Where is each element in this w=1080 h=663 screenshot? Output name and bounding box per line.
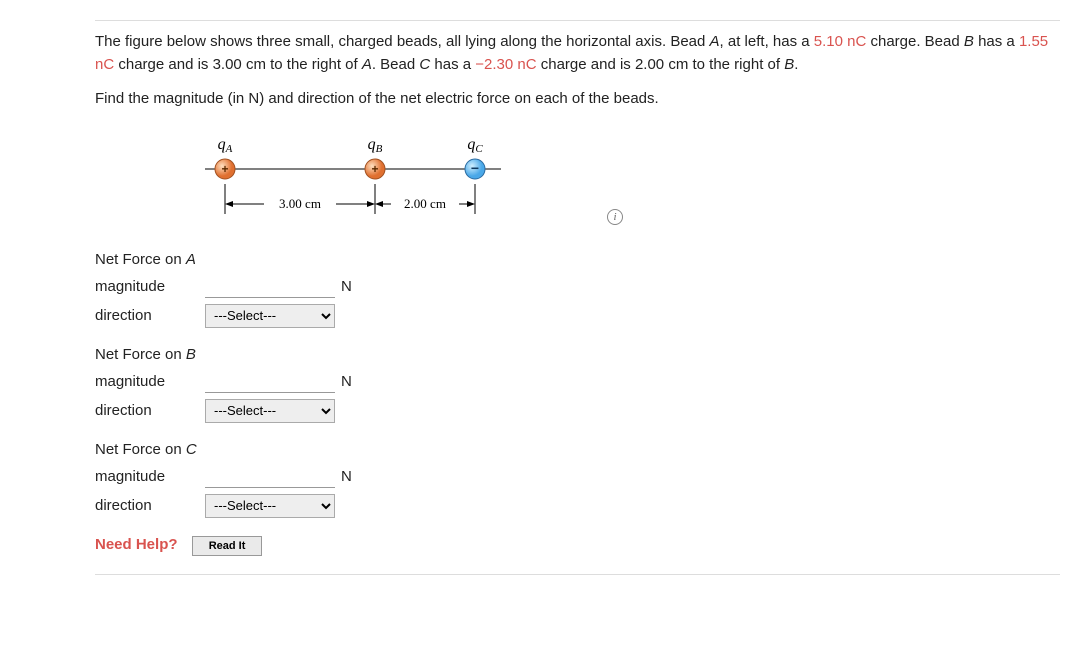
- label-qb: qB: [368, 136, 383, 155]
- magnitude-label: magnitude: [95, 373, 205, 390]
- magnitude-label: magnitude: [95, 468, 205, 485]
- heading-b: Net Force on B: [95, 346, 1060, 363]
- unit-n: N: [341, 278, 352, 295]
- text: .: [794, 56, 798, 73]
- text: Net Force on: [95, 346, 186, 363]
- magnitude-input-a[interactable]: [205, 276, 335, 298]
- magnitude-label: magnitude: [95, 278, 205, 295]
- net-force-c-block: Net Force on C magnitude N direction ---…: [95, 441, 1060, 518]
- need-help-label: Need Help?: [95, 536, 178, 553]
- bead-c-ref: C: [419, 56, 430, 73]
- text: charge and is 2.00 cm to the right of: [537, 56, 785, 73]
- charge-c-value: −2.30 nC: [475, 56, 536, 73]
- label-qc: qC: [467, 136, 483, 155]
- text: Net Force on: [95, 441, 186, 458]
- direction-select-a[interactable]: ---Select---: [205, 304, 335, 328]
- distance-bc: 2.00 cm: [404, 196, 446, 211]
- svg-text:−: −: [471, 160, 479, 176]
- bead-b-ref: B: [964, 33, 974, 50]
- prompt-text: Find the magnitude (in N) and direction …: [95, 88, 1060, 111]
- magnitude-input-c[interactable]: [205, 466, 335, 488]
- text: has a: [974, 33, 1019, 50]
- bead-diagram: + qA + qB − qC: [205, 129, 525, 229]
- bead-a-ref: A: [710, 33, 720, 50]
- direction-label: direction: [95, 307, 205, 324]
- text: , at left, has a: [720, 33, 814, 50]
- bead-b-ref2: B: [784, 56, 794, 73]
- svg-text:+: +: [371, 162, 378, 176]
- text: has a: [430, 56, 475, 73]
- direction-label: direction: [95, 497, 205, 514]
- problem-container: The figure below shows three small, char…: [95, 20, 1060, 575]
- heading-c: Net Force on C: [95, 441, 1060, 458]
- bead-letter: C: [186, 441, 197, 458]
- magnitude-input-b[interactable]: [205, 371, 335, 393]
- direction-label: direction: [95, 402, 205, 419]
- figure-area: + qA + qB − qC: [205, 129, 565, 233]
- problem-statement: The figure below shows three small, char…: [95, 31, 1060, 76]
- read-it-button[interactable]: Read It: [192, 536, 263, 556]
- direction-select-c[interactable]: ---Select---: [205, 494, 335, 518]
- info-icon[interactable]: i: [607, 209, 623, 225]
- text: The figure below shows three small, char…: [95, 33, 710, 50]
- text: . Bead: [372, 56, 420, 73]
- bead-letter: A: [186, 251, 196, 268]
- direction-select-b[interactable]: ---Select---: [205, 399, 335, 423]
- text: charge. Bead: [866, 33, 964, 50]
- text: charge and is 3.00 cm to the right of: [114, 56, 362, 73]
- bead-letter: B: [186, 346, 196, 363]
- unit-n: N: [341, 468, 352, 485]
- net-force-b-block: Net Force on B magnitude N direction ---…: [95, 346, 1060, 423]
- heading-a: Net Force on A: [95, 251, 1060, 268]
- text: Net Force on: [95, 251, 186, 268]
- bead-a-ref2: A: [362, 56, 372, 73]
- svg-text:+: +: [221, 162, 228, 176]
- distance-ab: 3.00 cm: [279, 196, 321, 211]
- net-force-a-block: Net Force on A magnitude N direction ---…: [95, 251, 1060, 328]
- unit-n: N: [341, 373, 352, 390]
- help-row: Need Help? Read It: [95, 536, 1060, 556]
- label-qa: qA: [218, 136, 233, 155]
- charge-a-value: 5.10 nC: [814, 33, 867, 50]
